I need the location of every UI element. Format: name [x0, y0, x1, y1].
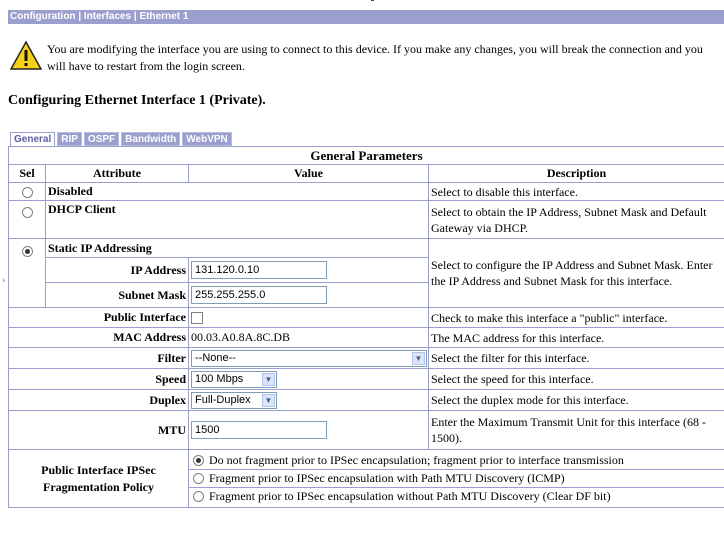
column-header-attribute: Attribute [45, 164, 189, 183]
static-ip-label: Static IP Addressing [45, 238, 429, 258]
ip-address-input[interactable]: 131.120.0.10 [191, 261, 327, 279]
filter-select[interactable]: --None-- ▼ [191, 349, 427, 367]
table-row: MAC Address 00.03.A0.8A.8C.DB The MAC ad… [8, 327, 724, 348]
disabled-description: Select to disable this interface. [427, 182, 724, 201]
column-header-description: Description [427, 164, 724, 183]
warning-text: You are modifying the interface you are … [47, 42, 703, 73]
speed-label: Speed [8, 368, 189, 390]
public-interface-label: Public Interface [8, 307, 189, 328]
mtu-description: Enter the Maximum Transmit Unit for this… [427, 410, 724, 450]
filter-select-value: --None-- [195, 351, 236, 364]
stray-mark: › [2, 275, 6, 286]
subnet-mask-label: Subnet Mask [45, 282, 189, 308]
filter-description: Select the filter for this interface. [427, 347, 724, 369]
frag-option-1-label: Do not fragment prior to IPSec encapsula… [209, 452, 624, 467]
column-header-sel: Sel [8, 164, 46, 183]
table-row: Disabled Select to disable this interfac… [8, 182, 724, 201]
page-title: Configuring Ethernet Interface 1 (Privat… [8, 93, 266, 108]
tab-bar: General RIP OSPF Bandwidth WebVPN [10, 132, 234, 146]
tab-rip[interactable]: RIP [57, 132, 82, 146]
speed-select[interactable]: 100 Mbps ▼ [191, 370, 277, 388]
mac-address-label: MAC Address [8, 327, 189, 348]
general-parameters-table: General Parameters Sel Attribute Value D… [7, 146, 724, 508]
top-mark [371, 0, 374, 1]
static-ip-description: Select to configure the IP Address and S… [427, 238, 724, 308]
mac-address-description: The MAC address for this interface. [427, 327, 724, 348]
table-row: DHCP Client Select to obtain the IP Addr… [8, 200, 724, 239]
mtu-label: MTU [8, 410, 189, 450]
dhcp-label: DHCP Client [45, 200, 429, 239]
duplex-label: Duplex [8, 389, 189, 411]
duplex-select[interactable]: Full-Duplex ▼ [191, 391, 277, 409]
frag-option-1-radio[interactable] [193, 454, 204, 466]
frag-option-3-radio[interactable] [193, 491, 204, 502]
filter-label: Filter [8, 347, 189, 369]
column-header-value: Value [188, 164, 429, 183]
duplex-description: Select the duplex mode for this interfac… [427, 389, 724, 411]
table-row: Duplex Full-Duplex ▼ Select the duplex m… [8, 389, 724, 411]
duplex-select-value: Full-Duplex [195, 393, 251, 406]
tab-ospf[interactable]: OSPF [83, 132, 120, 146]
public-interface-description: Check to make this interface a "public" … [427, 307, 724, 328]
frag-option-2-label: Fragment prior to IPSec encapsulation wi… [209, 470, 565, 485]
table-row: Static IP Addressing Select to configure… [8, 238, 724, 308]
chevron-down-icon: ▼ [262, 393, 275, 407]
dhcp-radio[interactable] [21, 206, 33, 218]
chevron-down-icon: ▼ [412, 351, 425, 365]
breadcrumb: Configuration | Interfaces | Ethernet 1 [8, 10, 724, 24]
table-row: MTU 1500 Enter the Maximum Transmit Unit… [8, 410, 724, 450]
frag-option-3-label: Fragment prior to IPSec encapsulation wi… [209, 489, 611, 503]
table-row: Filter --None-- ▼ Select the filter for … [8, 347, 724, 369]
tab-general[interactable]: General [10, 132, 56, 146]
table-row: Public Interface IPSec Fragmentation Pol… [8, 449, 724, 508]
dhcp-description: Select to obtain the IP Address, Subnet … [427, 200, 724, 239]
table-row: Public Interface Check to make this inte… [8, 307, 724, 328]
mac-address-value: 00.03.A0.8A.8C.DB [188, 327, 429, 348]
disabled-radio[interactable] [21, 186, 33, 198]
frag-option-2[interactable]: Fragment prior to IPSec encapsulation wi… [189, 470, 724, 488]
speed-description: Select the speed for this interface. [427, 368, 724, 390]
mtu-input[interactable]: 1500 [191, 421, 327, 439]
frag-option-2-radio[interactable] [193, 472, 204, 484]
public-interface-checkbox[interactable] [191, 312, 203, 325]
chevron-down-icon: ▼ [262, 372, 275, 386]
ip-address-label: IP Address [45, 257, 189, 283]
tab-bandwidth[interactable]: Bandwidth [121, 132, 181, 146]
subnet-mask-input[interactable]: 255.255.255.0 [191, 286, 327, 304]
frag-option-3[interactable]: Fragment prior to IPSec encapsulation wi… [189, 488, 724, 506]
speed-select-value: 100 Mbps [195, 372, 244, 385]
tab-webvpn[interactable]: WebVPN [182, 132, 232, 146]
frag-option-1[interactable]: Do not fragment prior to IPSec encapsula… [189, 452, 724, 470]
disabled-label: Disabled [45, 182, 429, 201]
warning-triangle-icon [10, 40, 42, 70]
table-row: Speed 100 Mbps ▼ Select the speed for th… [8, 368, 724, 390]
fragmentation-policy-label: Public Interface IPSec Fragmentation Pol… [8, 449, 189, 508]
table-title: General Parameters [7, 146, 724, 165]
static-ip-radio[interactable] [21, 245, 33, 257]
